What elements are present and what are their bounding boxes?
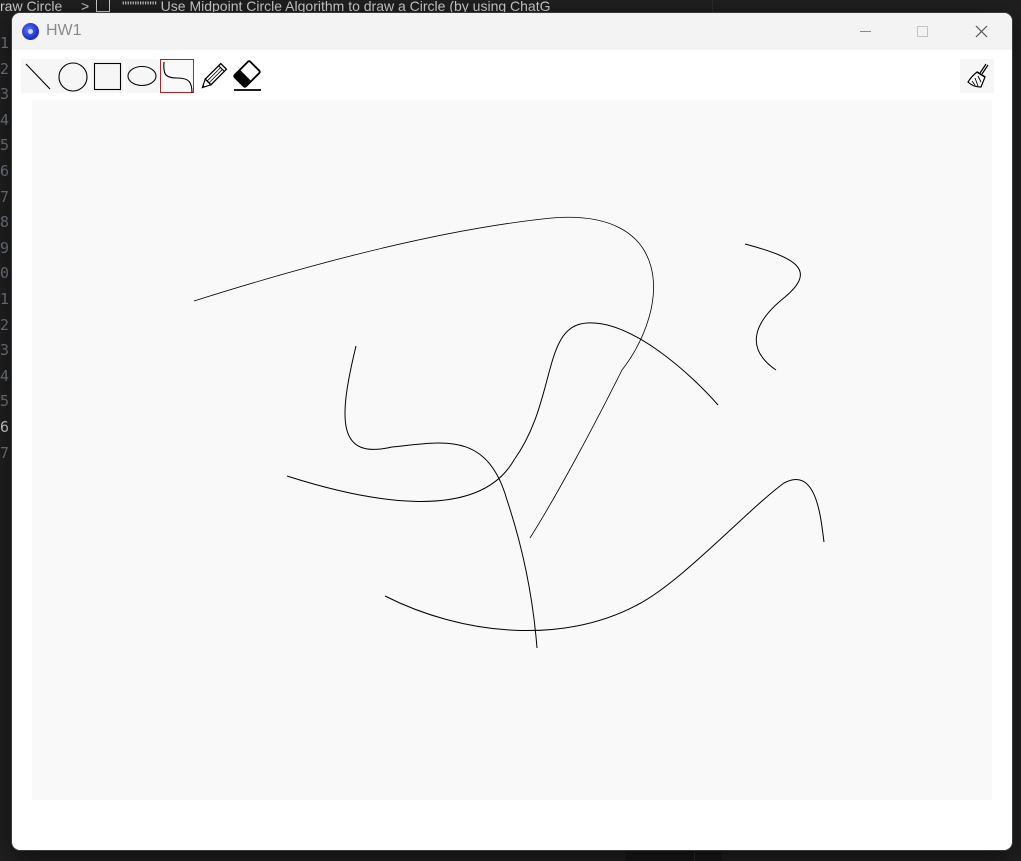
line-number: 4 bbox=[0, 366, 10, 385]
line-number: 5 bbox=[0, 136, 10, 155]
editor-breadcrumb-symbol: """"""" Use Midpoint Circle Algorithm to… bbox=[122, 0, 551, 14]
symbol-icon bbox=[96, 0, 110, 12]
minimize-button[interactable] bbox=[842, 13, 888, 50]
maximize-button[interactable] bbox=[900, 13, 946, 50]
drawn-curve bbox=[744, 243, 801, 371]
line-number: 4 bbox=[0, 110, 10, 129]
eraser-tool-button[interactable] bbox=[230, 59, 264, 93]
line-number: 2 bbox=[0, 315, 10, 334]
line-number: 3 bbox=[0, 341, 10, 360]
line-number: 7 bbox=[0, 443, 10, 462]
app-icon bbox=[22, 23, 39, 40]
line-number: 1 bbox=[0, 290, 10, 308]
line-number: 9 bbox=[0, 238, 10, 257]
status-strip-divider bbox=[694, 850, 695, 861]
drawing-canvas[interactable] bbox=[32, 100, 992, 800]
pencil-icon bbox=[201, 62, 228, 89]
editor-panel-divider bbox=[712, 0, 713, 14]
line-icon bbox=[25, 63, 51, 90]
circle-tool-button[interactable] bbox=[55, 59, 89, 93]
line-number: 3 bbox=[0, 85, 10, 104]
line-number: 0 bbox=[0, 264, 10, 283]
line-number: 6 bbox=[0, 418, 10, 436]
toolbar bbox=[12, 50, 1012, 100]
drawn-curve bbox=[286, 322, 719, 502]
eraser-icon bbox=[233, 60, 261, 91]
editor-breadcrumb-file: raw Circle bbox=[0, 0, 63, 14]
pencil-tool-button[interactable] bbox=[195, 59, 229, 93]
app-window: HW1 bbox=[12, 13, 1012, 850]
drawn-curve bbox=[384, 479, 825, 631]
editor-breadcrumb-separator: > bbox=[81, 0, 90, 14]
canvas-drawing bbox=[193, 216, 825, 649]
curve-tool-button[interactable] bbox=[160, 59, 194, 94]
close-icon bbox=[975, 25, 988, 38]
rectangle-icon bbox=[93, 62, 122, 91]
ellipse-icon bbox=[127, 65, 157, 87]
close-button[interactable] bbox=[958, 13, 1004, 50]
line-number: 5 bbox=[0, 392, 10, 411]
line-number: 2 bbox=[0, 59, 10, 78]
drawn-curve bbox=[193, 216, 654, 539]
line-number: 7 bbox=[0, 187, 10, 206]
line-number: 6 bbox=[0, 162, 10, 180]
curve-icon bbox=[163, 61, 193, 94]
broom-icon bbox=[967, 63, 989, 88]
ellipse-tool-button[interactable] bbox=[125, 59, 159, 93]
line-number: 1 bbox=[0, 34, 10, 52]
line-tool-button[interactable] bbox=[21, 59, 55, 93]
circle-icon bbox=[58, 62, 88, 92]
window-title: HW1 bbox=[46, 22, 82, 39]
title-bar[interactable]: HW1 bbox=[12, 13, 1012, 50]
rectangle-tool-button[interactable] bbox=[90, 59, 124, 93]
maximize-icon bbox=[917, 26, 928, 37]
line-number: 8 bbox=[0, 213, 10, 232]
status-strip bbox=[626, 850, 722, 861]
editor-breadcrumb: raw Circle > """"""" Use Midpoint Circle… bbox=[0, 0, 1021, 14]
clear-canvas-button[interactable] bbox=[960, 59, 994, 93]
minimize-icon bbox=[860, 31, 871, 32]
